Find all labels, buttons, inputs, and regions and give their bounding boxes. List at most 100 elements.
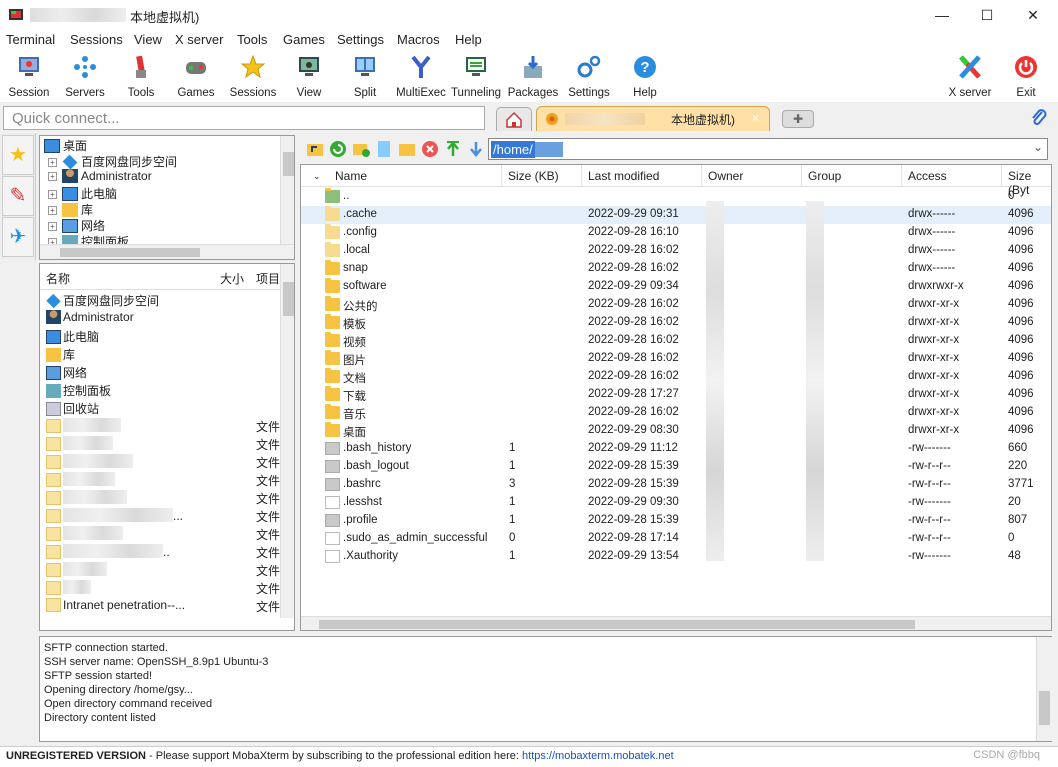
col-size-kb[interactable]: Size (KB) [508,169,559,183]
home-tab[interactable] [496,107,532,131]
quick-connect-input[interactable]: Quick connect... [3,106,485,130]
local-vscroll[interactable] [280,264,294,618]
tree-item[interactable]: + 百度网盘同步空间 [48,153,177,170]
local-file-row[interactable]: 文件 [46,472,282,490]
log-vscroll[interactable] [1036,637,1052,741]
sessions-button[interactable]: Sessions [225,53,281,101]
close-window-button[interactable]: ✕ [1021,4,1045,26]
local-file-row[interactable]: 回收站 [46,400,282,418]
tree-item[interactable]: 桌面 [44,137,87,153]
local-file-row[interactable]: ... 文件 [46,508,282,526]
session-tab[interactable]: 本地虚拟机) × [536,106,770,131]
download-icon[interactable] [467,140,485,158]
minimize-button[interactable]: — [930,4,954,26]
tree-vscroll[interactable] [280,136,294,244]
session-button[interactable]: Session [1,53,57,101]
col-modified[interactable]: Last modified [588,169,659,183]
tree-item[interactable]: + Administrator [48,169,152,185]
view-button[interactable]: View [281,53,337,101]
remote-file-row[interactable]: 视频 2022-09-28 16:02 drwxr-xr-x 4096 [301,332,1051,350]
exit-button[interactable]: Exit [998,53,1054,101]
parent-folder-icon[interactable] [306,140,324,158]
tab-close-icon[interactable]: × [752,111,759,125]
tree-item[interactable]: + 库 [48,201,93,217]
expand-icon[interactable]: + [48,222,57,231]
local-file-row[interactable]: 文件 [46,526,282,544]
paperclip-icon[interactable] [1030,108,1048,128]
local-file-row[interactable]: 文件 [46,490,282,508]
expand-icon[interactable]: + [48,172,57,181]
remote-file-row[interactable]: .local 2022-09-28 16:02 drwx------ 4096 [301,242,1051,260]
menu-games[interactable]: Games [283,32,325,47]
new-folder-icon[interactable] [352,140,370,158]
tree-item[interactable]: + 网络 [48,217,105,233]
col-type[interactable]: 项目 [256,270,280,287]
servers-button[interactable]: Servers [57,53,113,101]
menu-tools[interactable]: Tools [237,32,267,47]
col-owner[interactable]: Owner [708,169,743,183]
favorites-button[interactable]: ★ [2,135,34,175]
remote-file-row[interactable]: .sudo_as_admin_successful 0 2022-09-28 17:… [301,530,1051,548]
remote-file-row[interactable]: .config 2022-09-28 16:10 drwx------ 4096 [301,224,1051,242]
local-file-row[interactable]: 文件 [46,418,282,436]
tree-item[interactable]: + 此电脑 [48,185,117,201]
remote-file-row[interactable]: 音乐 2022-09-28 16:02 drwxr-xr-x 4096 [301,404,1051,422]
local-file-row[interactable]: Intranet penetration--... 文件 [46,598,282,616]
remote-file-row[interactable]: 图片 2022-09-28 16:02 drwxr-xr-x 4096 [301,350,1051,368]
tree-hscroll[interactable] [40,244,294,259]
local-file-row[interactable]: 库 [46,346,282,364]
menu-settings[interactable]: Settings [337,32,384,47]
local-file-row[interactable]: 文件 [46,580,282,598]
local-file-row[interactable]: 控制面板 [46,382,282,400]
tunneling-button[interactable]: Tunneling [448,53,504,101]
remote-file-row[interactable]: .cache 2022-09-29 09:31 drwx------ 4096 [301,206,1051,224]
maximize-button[interactable]: ☐ [975,4,999,26]
expand-icon[interactable]: + [48,206,57,215]
remote-file-row[interactable]: .bashrc 3 2022-09-28 15:39 -rw-r--r-- 3771 [301,476,1051,494]
menu-terminal[interactable]: Terminal [6,32,55,47]
tools-button[interactable]: Tools [113,53,169,101]
remote-file-row[interactable]: software 2022-09-29 09:34 drwxrwxr-x 4096 [301,278,1051,296]
new-file-icon[interactable] [375,140,393,158]
refresh-icon[interactable] [329,140,347,158]
mobatek-link[interactable]: https://mobaxterm.mobatek.net [522,750,674,762]
help-button[interactable]: ? Help [617,53,673,101]
xserver-button[interactable]: X server [942,53,998,101]
remote-file-row[interactable]: 文档 2022-09-28 16:02 drwxr-xr-x 4096 [301,368,1051,386]
multiexec-button[interactable]: MultiExec [393,53,449,101]
menu-macros[interactable]: Macros [397,32,440,47]
settings-button[interactable]: Settings [561,53,617,101]
expand-icon[interactable]: + [48,190,57,199]
remote-file-row[interactable]: .Xauthority 1 2022-09-29 13:54 -rw------- 48 [301,548,1051,566]
tools-side-button[interactable]: ✎ [2,176,34,216]
col-access[interactable]: Access [908,169,947,183]
delete-icon[interactable] [421,140,439,158]
remote-hscroll[interactable] [301,616,1051,630]
remote-file-row[interactable]: 公共的 2022-09-28 16:02 drwxr-xr-x 4096 [301,296,1051,314]
menu-xserver[interactable]: X server [175,32,223,47]
col-size[interactable]: 大小 [220,270,244,287]
expand-icon[interactable]: + [48,158,57,167]
remote-file-row[interactable]: 下载 2022-09-28 17:27 drwxr-xr-x 4096 [301,386,1051,404]
folder-icon[interactable] [398,140,416,158]
col-group[interactable]: Group [808,169,841,183]
local-file-row[interactable]: 此电脑 [46,328,282,346]
remote-file-row[interactable]: .bash_history 1 2022-09-29 11:12 -rw-------… [301,440,1051,458]
menu-sessions[interactable]: Sessions [70,32,123,47]
local-file-row[interactable]: 百度网盘同步空间 [46,292,282,310]
local-file-row[interactable]: Administrator [46,310,282,328]
remote-file-row[interactable]: 模板 2022-09-28 16:02 drwxr-xr-x 4096 [301,314,1051,332]
remote-file-row[interactable]: .. 0 [301,188,1051,206]
remote-file-row[interactable]: 桌面 2022-09-29 08:30 drwxr-xr-x 4096 [301,422,1051,440]
menu-view[interactable]: View [134,32,162,47]
remote-file-row[interactable]: .profile 1 2022-09-28 15:39 -rw-r--r-- 807 [301,512,1051,530]
local-file-row[interactable]: 网络 [46,364,282,382]
macros-side-button[interactable]: ✈ [2,217,34,257]
local-file-row[interactable]: 文件 [46,454,282,472]
remote-file-row[interactable]: .bash_logout 1 2022-09-28 15:39 -rw-r--r-- 2… [301,458,1051,476]
new-tab-button[interactable]: ✚ [782,110,814,128]
remote-file-row[interactable]: snap 2022-09-28 16:02 drwx------ 4096 [301,260,1051,278]
col-name[interactable]: Name [335,169,367,183]
chevron-down-icon[interactable]: ⌄ [1033,140,1043,154]
packages-button[interactable]: Packages [505,53,561,101]
